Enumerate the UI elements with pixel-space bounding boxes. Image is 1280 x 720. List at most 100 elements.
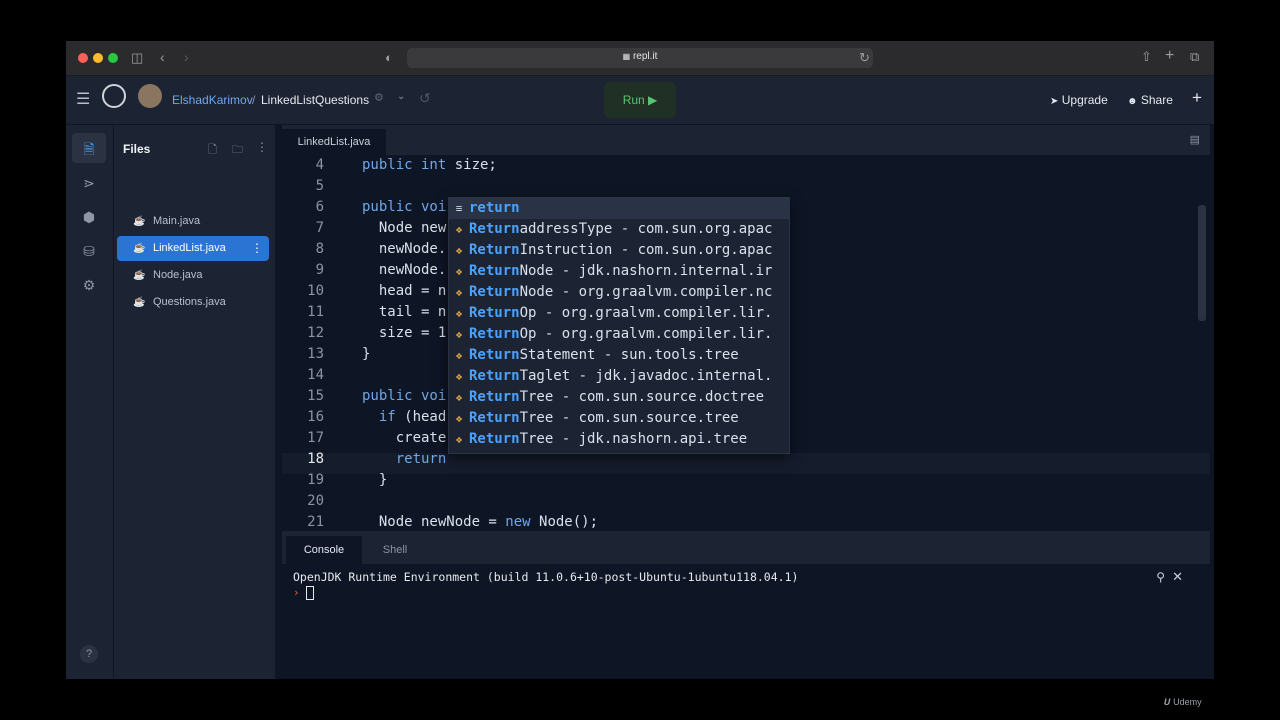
code-line[interactable]: head = n xyxy=(362,281,446,302)
more-options-icon[interactable]: ⋮ xyxy=(256,140,268,154)
username-link[interactable]: ElshadKarimov xyxy=(172,93,253,107)
history-icon[interactable]: ↺ xyxy=(419,90,431,107)
reload-icon[interactable]: ↻ xyxy=(859,51,870,65)
autocomplete-item[interactable]: ❖ ReturnTree - com.sun.source.tree xyxy=(449,408,789,429)
editor-scrollbar[interactable] xyxy=(1198,205,1206,321)
tab-overview-icon[interactable]: ⧉ xyxy=(1190,50,1199,64)
code-line[interactable]: } xyxy=(362,470,387,491)
autocomplete-item[interactable]: ❖ ReturnTree - com.sun.source.doctree xyxy=(449,387,789,408)
new-folder-icon[interactable]: 🗀 xyxy=(232,141,243,160)
code-line[interactable]: return xyxy=(362,449,447,470)
file-item[interactable]: ☕ Questions.java xyxy=(117,290,269,315)
code-line[interactable]: size = 1 xyxy=(362,323,446,344)
chevron-down-icon[interactable]: ⌄ xyxy=(397,91,405,102)
repl-name[interactable]: LinkedListQuestions xyxy=(261,93,369,107)
editor-tab[interactable]: LinkedList.java xyxy=(282,129,386,155)
settings-gear-icon[interactable]: ⚙ xyxy=(78,277,100,294)
code-text: size; xyxy=(454,157,497,173)
layout-icon[interactable]: ▤ xyxy=(1190,133,1200,146)
autocomplete-item[interactable]: ❖ ReturnOp - org.graalvm.compiler.lir. xyxy=(449,324,789,345)
file-item[interactable]: ☕ Node.java xyxy=(117,263,269,288)
code-line[interactable]: Node new xyxy=(362,218,446,239)
line-number: 15 xyxy=(307,388,324,404)
code-text: newNode. xyxy=(362,241,447,257)
back-icon[interactable]: ‹ xyxy=(160,50,165,64)
rocket-icon: ➤ xyxy=(1050,96,1059,107)
code-line[interactable]: public voi xyxy=(362,386,446,407)
zoom-window-button[interactable] xyxy=(108,53,118,63)
menu-icon[interactable]: ☰ xyxy=(76,89,90,109)
line-number: 18 xyxy=(307,451,324,467)
add-button[interactable]: + xyxy=(1192,88,1202,108)
repl-header: ☰ ElshadKarimov / LinkedListQuestions ⚙ … xyxy=(66,76,1214,124)
autocomplete-item[interactable]: ❖ ReturnStatement - sun.tools.tree xyxy=(449,345,789,366)
code-text: Node newNode = xyxy=(362,514,506,530)
class-icon: ❖ xyxy=(455,349,463,362)
file-menu-icon[interactable]: ⋮ xyxy=(251,236,263,261)
code-line[interactable]: create xyxy=(362,428,447,449)
database-icon[interactable]: ⛁ xyxy=(78,243,100,260)
close-window-button[interactable] xyxy=(78,53,88,63)
upgrade-button[interactable]: ➤ Upgrade xyxy=(1050,93,1108,107)
console-prompt: › xyxy=(293,586,300,599)
share-button[interactable]: ☻ Share xyxy=(1127,93,1173,107)
code-area[interactable]: 4 public int size; 5 6 public voi 7 Node new 8… xyxy=(282,155,1210,531)
files-icon[interactable]: 🗎 xyxy=(78,139,100,163)
packages-icon[interactable]: ⬢ xyxy=(78,209,100,226)
search-icon[interactable]: ⚲ xyxy=(1156,570,1165,584)
privacy-shield-icon[interactable]: ◐ xyxy=(385,51,393,65)
suggestion-detail: Tree - com.sun.source.doctree xyxy=(519,389,765,405)
autocomplete-item[interactable]: ❖ ReturnaddressType - com.sun.org.apac xyxy=(449,219,789,240)
code-line[interactable]: } xyxy=(362,344,370,365)
user-plus-icon: ☻ xyxy=(1127,96,1138,107)
line-number: 14 xyxy=(307,367,324,383)
autocomplete-item[interactable]: ❖ ReturnTaglet - jdk.javadoc.internal. xyxy=(449,366,789,387)
minimize-window-button[interactable] xyxy=(93,53,103,63)
code-line[interactable]: Node newNode = new Node(); xyxy=(362,512,598,533)
autocomplete-item[interactable]: ❖ ReturnOp - org.graalvm.compiler.lir. xyxy=(449,303,789,324)
code-line[interactable]: public int size; xyxy=(362,155,497,176)
forward-icon[interactable]: › xyxy=(184,50,189,64)
file-item-active[interactable]: ☕ LinkedList.java ⋮ xyxy=(117,236,269,261)
autocomplete-item[interactable]: ❖ ReturnNode - jdk.nashorn.internal.ir xyxy=(449,261,789,282)
clear-console-icon[interactable]: ✕ xyxy=(1172,569,1183,585)
code-line[interactable]: tail = n xyxy=(362,302,446,323)
files-panel: Files 🗋 🗀 ⋮ ☕ Main.java ☕ LinkedList.jav… xyxy=(113,125,275,679)
run-button[interactable]: Run ▶ xyxy=(604,82,676,118)
tab-console[interactable]: Console xyxy=(286,536,362,564)
version-control-icon[interactable]: ⋗ xyxy=(78,175,100,192)
language-icon: ⚙ xyxy=(374,92,384,104)
code-line[interactable]: newNode. xyxy=(362,239,446,260)
autocomplete-item[interactable]: ❖ ReturnNode - org.graalvm.compiler.nc xyxy=(449,282,789,303)
browser-window: ◫ ‹ › ◐ ▦ repl.it ↻ ⇧ + ⧉ ☰ ElshadKarimo… xyxy=(66,41,1214,679)
autocomplete-item[interactable]: ❖ ReturnInstruction - com.sun.org.apac xyxy=(449,240,789,261)
console-cursor[interactable] xyxy=(306,586,314,600)
match-text: Return xyxy=(469,326,520,342)
replit-logo-icon[interactable] xyxy=(102,84,126,108)
udemy-watermark: 𝑼 Udemy xyxy=(1164,697,1202,708)
match-text: return xyxy=(469,200,520,216)
new-tab-icon[interactable]: + xyxy=(1165,48,1174,64)
file-name: Node.java xyxy=(153,269,203,281)
console-panel: Console Shell ⚲ ✕ OpenJDK Runtime Enviro… xyxy=(282,531,1210,679)
sidebar-toggle-icon[interactable]: ◫ xyxy=(131,51,143,65)
share-label: Share xyxy=(1140,93,1173,107)
line-number: 4 xyxy=(315,157,324,173)
suggestion-detail: Node - jdk.nashorn.internal.ir xyxy=(519,263,773,279)
autocomplete-item[interactable]: ❖ ReturnTree - jdk.nashorn.api.tree xyxy=(449,429,789,450)
help-icon[interactable]: ? xyxy=(80,645,98,663)
autocomplete-item[interactable]: ≡ return xyxy=(449,198,789,219)
code-line[interactable]: newNode. xyxy=(362,260,446,281)
class-icon: ❖ xyxy=(455,370,463,383)
share-sheet-icon[interactable]: ⇧ xyxy=(1141,50,1152,64)
new-file-icon[interactable]: 🗋 xyxy=(208,141,217,160)
file-item[interactable]: ☕ Main.java xyxy=(117,209,269,234)
code-keyword: new xyxy=(505,514,531,530)
autocomplete-popup: ≡ return ❖ ReturnaddressType - com.sun.org.… xyxy=(448,197,790,454)
code-line[interactable]: public voi xyxy=(362,197,446,218)
address-bar[interactable]: ▦ repl.it xyxy=(407,48,873,68)
avatar[interactable] xyxy=(138,84,162,108)
code-line[interactable]: if (head xyxy=(362,407,446,428)
tab-shell[interactable]: Shell xyxy=(362,536,428,564)
